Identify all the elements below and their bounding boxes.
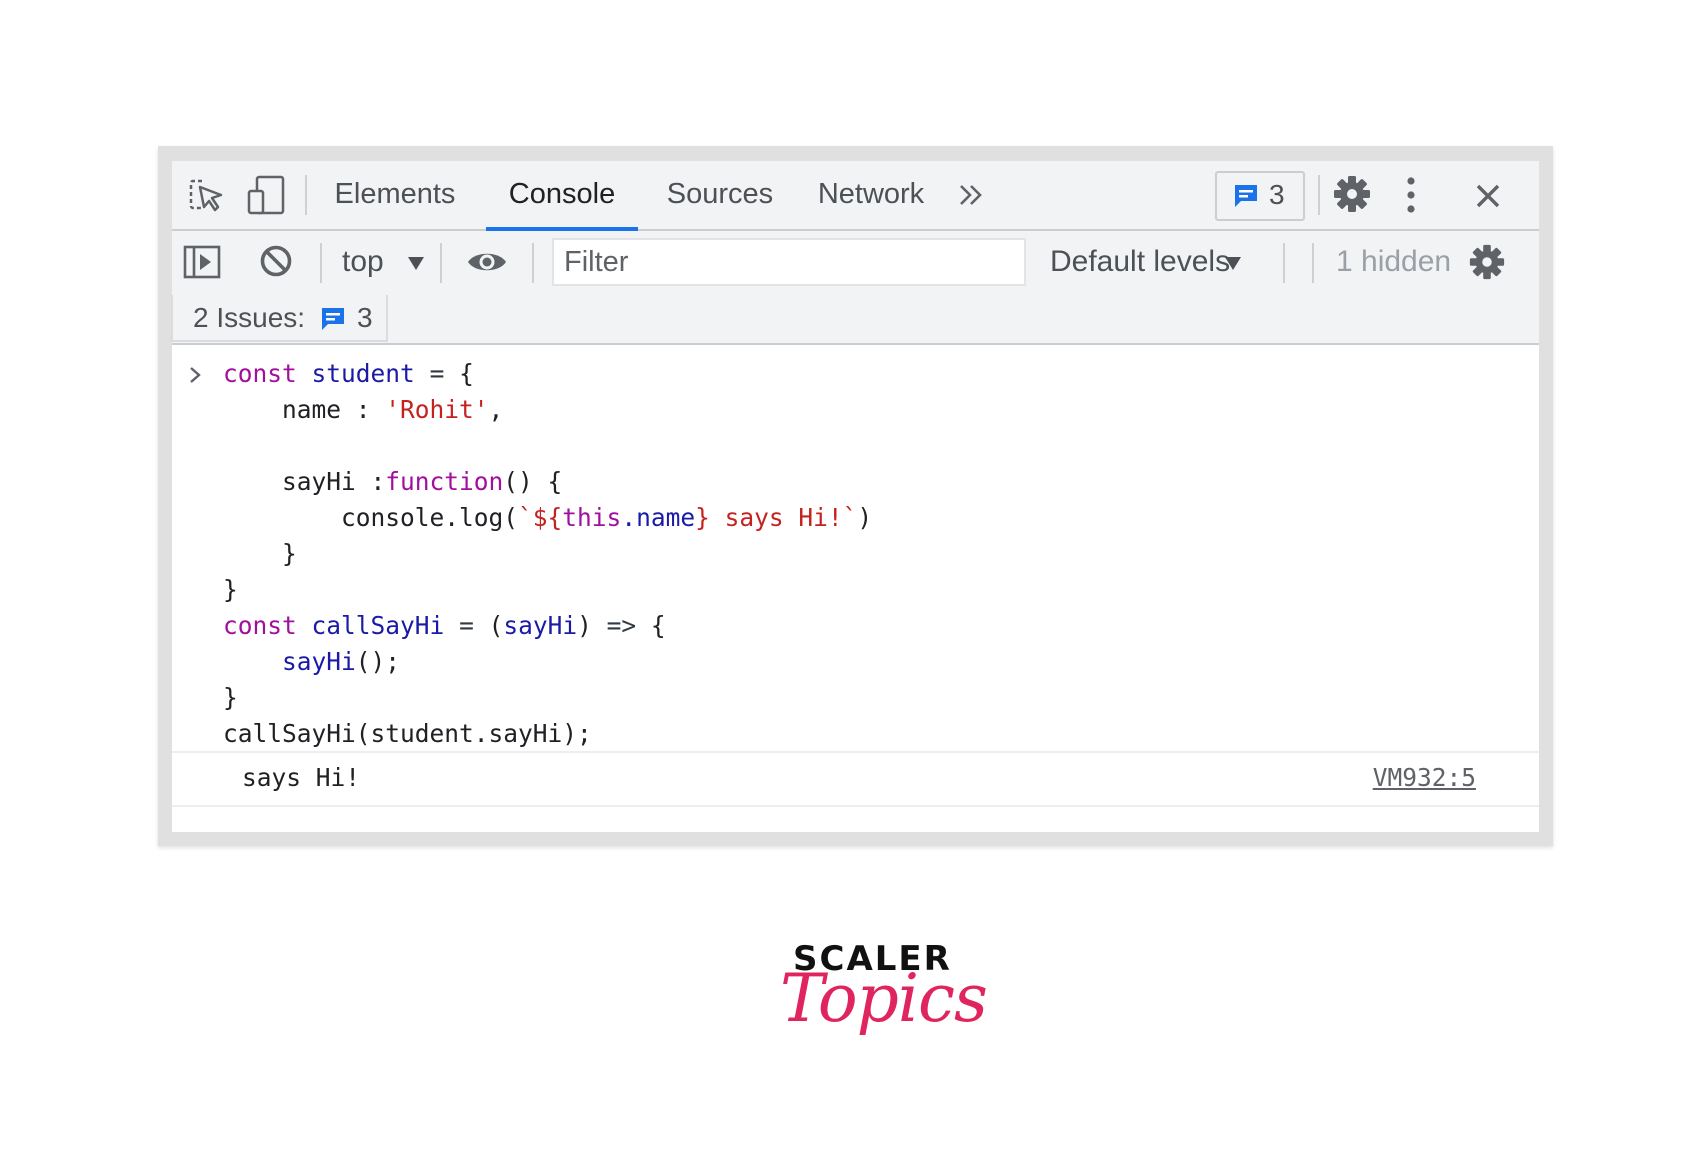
issues-icon — [322, 308, 344, 330]
source-link[interactable]: VM932:5 — [1373, 763, 1476, 792]
toolbar-divider — [440, 243, 442, 283]
toolbar-divider — [320, 243, 322, 283]
toolbar-divider — [1318, 175, 1320, 215]
tab-console[interactable]: Console — [486, 161, 638, 231]
prompt-chevron-icon — [190, 367, 201, 383]
tab-sources[interactable]: Sources — [662, 161, 778, 229]
hidden-messages-count: 1 hidden — [1336, 245, 1452, 278]
more-tabs-icon[interactable] — [958, 182, 984, 208]
devtools-window: Elements Console Sources Network 3 top F… — [171, 161, 1539, 832]
log-levels-dropdown[interactable]: Default levels — [1042, 231, 1252, 295]
console-message: says Hi! VM932:5 — [172, 751, 1539, 807]
kebab-menu-icon[interactable] — [1405, 176, 1417, 214]
toolbar-divider — [305, 175, 307, 215]
tab-network[interactable]: Network — [812, 161, 930, 229]
issues-bar: 2 Issues: 3 — [171, 295, 1539, 345]
console-input-code: const student = { name : 'Rohit', sayHi … — [223, 359, 873, 748]
toolbar-divider — [1312, 243, 1314, 283]
inspect-element-icon[interactable] — [188, 177, 224, 213]
console-toolbar: top Default levels 1 hidden — [172, 231, 1539, 295]
context-label: top — [342, 245, 384, 278]
issues-button[interactable]: 2 Issues: 3 — [171, 295, 388, 342]
console-output[interactable]: const student = { name : 'Rohit', sayHi … — [172, 345, 1539, 832]
brand-logo-script: Topics — [780, 960, 988, 1037]
console-log-output: says Hi! — [242, 763, 361, 792]
dropdown-caret-icon — [1225, 257, 1241, 270]
issues-label: 2 Issues: — [193, 302, 306, 333]
close-icon[interactable] — [1475, 183, 1501, 209]
clear-console-icon[interactable] — [259, 244, 293, 278]
dropdown-caret-icon — [408, 257, 424, 270]
toolbar-divider — [532, 243, 534, 283]
sidebar-toggle-icon[interactable] — [183, 245, 221, 279]
device-toolbar-icon[interactable] — [247, 175, 285, 215]
log-levels-label: Default levels — [1050, 245, 1231, 278]
toolbar-divider — [1283, 243, 1285, 283]
issues-icon — [1235, 185, 1257, 207]
filter-input[interactable] — [552, 238, 1026, 286]
context-selector[interactable]: top — [332, 231, 424, 295]
main-tab-bar: Elements Console Sources Network 3 — [172, 161, 1539, 231]
issues-counter-button[interactable]: 3 — [1215, 171, 1305, 221]
settings-icon[interactable] — [1332, 174, 1372, 214]
console-settings-icon[interactable] — [1468, 243, 1506, 281]
issues-count: 3 — [357, 302, 373, 333]
live-expression-icon[interactable] — [466, 248, 508, 276]
tab-elements[interactable]: Elements — [332, 161, 458, 229]
issues-badge-count: 3 — [1269, 179, 1285, 210]
